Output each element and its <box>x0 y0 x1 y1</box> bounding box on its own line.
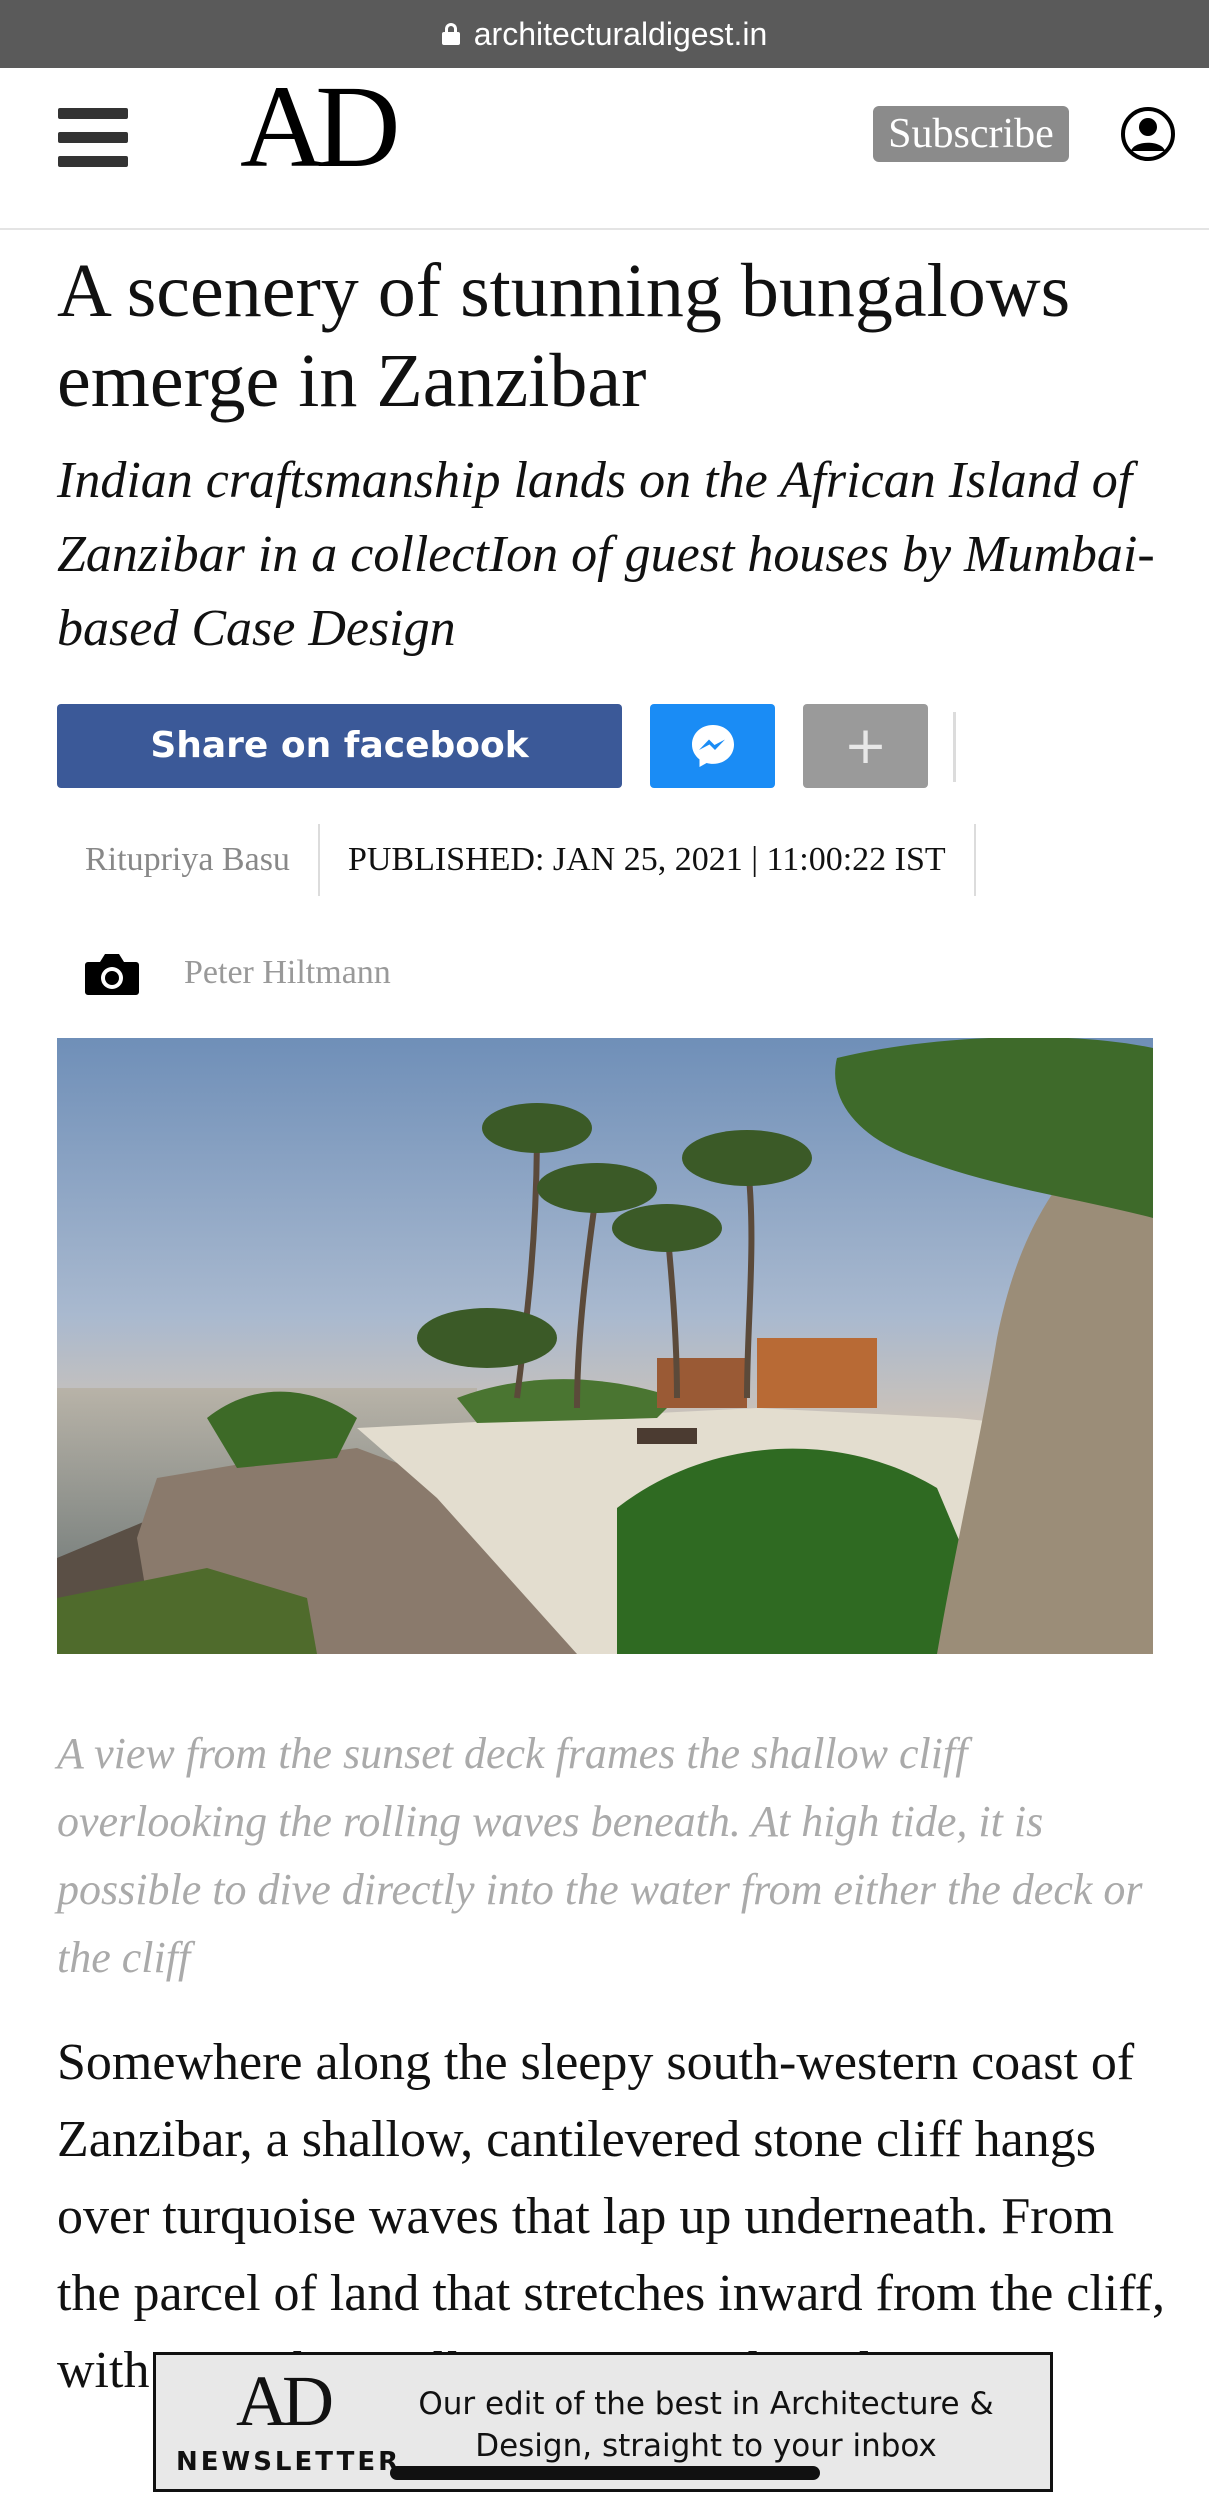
article-title: A scenery of stunning bungalows emerge i… <box>57 249 1071 423</box>
url-text: architecturaldigest.in <box>473 15 768 52</box>
newsletter-text: Our edit of the best in Architecture & D… <box>418 2386 994 2464</box>
home-indicator[interactable] <box>390 2466 820 2480</box>
share-facebook-button[interactable]: Share on facebook <box>57 704 622 788</box>
menu-icon[interactable] <box>58 108 128 167</box>
share-messenger-button[interactable] <box>650 704 775 788</box>
site-logo[interactable]: AD <box>240 68 400 188</box>
share-more-button[interactable]: + <box>803 704 928 788</box>
hero-image <box>57 1038 1153 1654</box>
newsletter-logo: AD <box>236 2361 334 2441</box>
photo-credit: Peter Hiltmann <box>84 950 391 996</box>
photographer-name: Peter Hiltmann <box>184 954 391 991</box>
article-subtitle: Indian craftsmanship lands on the Africa… <box>57 452 1155 657</box>
lock-icon <box>441 23 460 45</box>
subscribe-button[interactable]: Subscribe <box>873 106 1069 162</box>
share-divider <box>953 712 956 782</box>
site-header: AD Subscribe <box>0 68 1209 230</box>
messenger-icon <box>691 725 734 767</box>
byline: Ritupriya Basu PUBLISHED: JAN 25, 2021 |… <box>57 824 976 896</box>
newsletter-label: NEWSLETTER <box>176 2447 402 2477</box>
camera-icon <box>85 954 139 995</box>
published-date: PUBLISHED: JAN 25, 2021 | 11:00:22 IST <box>347 841 946 878</box>
byline-divider <box>973 824 976 896</box>
user-account-icon[interactable] <box>1120 106 1176 162</box>
image-caption: A view from the sunset deck frames the s… <box>57 1729 1143 1982</box>
address-bar[interactable]: architecturaldigest.in <box>0 0 1209 68</box>
author-name[interactable]: Ritupriya Basu <box>57 841 318 879</box>
